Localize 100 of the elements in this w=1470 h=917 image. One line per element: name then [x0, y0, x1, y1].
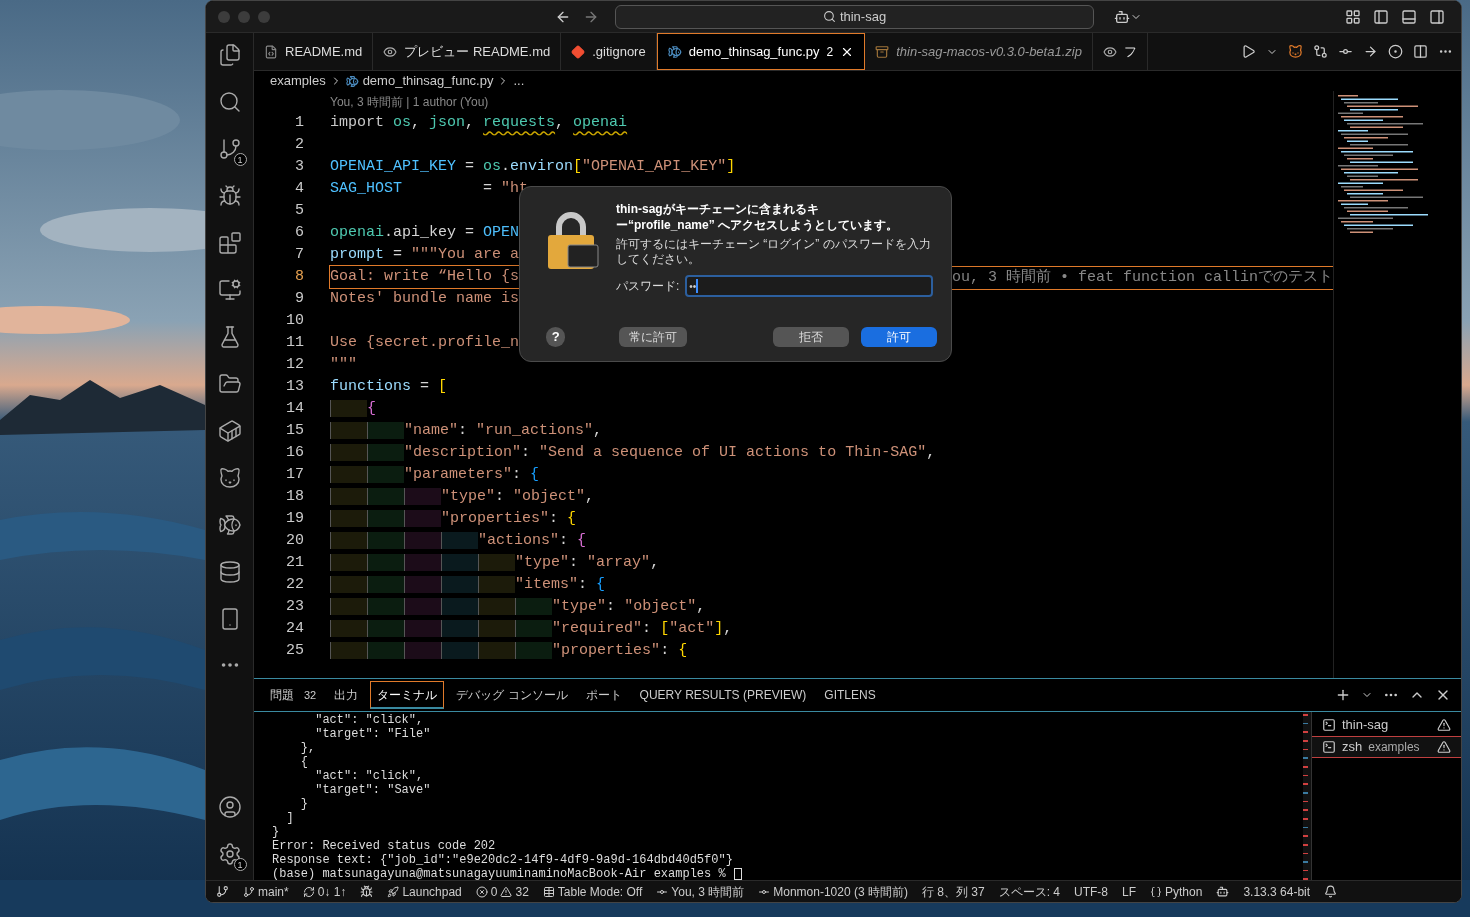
debug-icon[interactable]	[217, 184, 242, 208]
help-button[interactable]: ?	[546, 327, 566, 347]
braces-icon	[1150, 885, 1163, 898]
panel-left-icon[interactable]	[1373, 8, 1389, 25]
panel-bottom-icon[interactable]	[1401, 8, 1417, 25]
language-item[interactable]: Python	[1150, 882, 1203, 901]
copilot-icon[interactable]	[1216, 885, 1230, 898]
tab-label: フ	[1123, 42, 1137, 61]
compare-icon[interactable]	[1313, 44, 1328, 59]
cursor	[733, 868, 742, 880]
editor-tab[interactable]: README.md	[254, 33, 374, 70]
line-number: 9	[294, 289, 304, 309]
settings-icon[interactable]	[217, 842, 242, 866]
dialog-button[interactable]: 常に許可	[619, 327, 687, 347]
panel-tab[interactable]: ポート	[579, 681, 628, 709]
indent-guide	[367, 554, 405, 571]
panel-tab[interactable]: ターミナル	[370, 681, 445, 709]
dialog-title: thin-sagがキーチェーンに含まれるキー“profile_name” へアクセスしようとしています。	[616, 201, 900, 233]
container-icon[interactable]	[217, 419, 242, 443]
breadcrumb-item[interactable]: examples	[270, 71, 326, 91]
source-control-icon[interactable]	[217, 137, 242, 161]
panel-tab[interactable]: 出力	[328, 681, 365, 709]
tab-label: プレビュー README.md	[404, 42, 551, 61]
code-line: {	[330, 398, 377, 420]
terminal-icon	[1322, 740, 1336, 754]
indent-guide	[404, 642, 442, 659]
panel-tab[interactable]: QUERY RESULTS (PREVIEW)	[633, 681, 813, 709]
files-icon[interactable]	[217, 43, 242, 67]
line-number: 20	[285, 531, 304, 551]
error-icon	[475, 885, 488, 898]
panel-tab[interactable]: 問題 32	[264, 681, 323, 709]
password-label: パスワード:	[616, 278, 680, 295]
editor-tab[interactable]: プレビュー README.md	[373, 33, 562, 70]
breadcrumb-item[interactable]: ...	[513, 71, 525, 91]
terminal-icon	[1322, 718, 1336, 732]
indent-guide	[367, 466, 405, 483]
line-number: 14	[285, 399, 304, 419]
new-terminal-icon[interactable]	[1335, 687, 1351, 703]
line-number: 4	[294, 179, 304, 199]
indentation[interactable]: スペース: 4	[998, 882, 1060, 901]
problems-item[interactable]: 0 32	[475, 882, 529, 901]
notification-icon[interactable]	[1324, 885, 1338, 898]
code-line: functions = [	[330, 377, 448, 397]
commit-item[interactable]: Monmon-1020 (3 時間前)	[758, 882, 908, 901]
password-field[interactable]: ••	[685, 275, 934, 297]
branch-item[interactable]: main*	[243, 882, 289, 901]
indent-guide	[330, 554, 367, 571]
terminal-line: }	[299, 797, 308, 811]
encoding[interactable]: UTF-8	[1074, 882, 1108, 901]
search-field[interactable]: thin-sag	[615, 4, 1094, 29]
editor-tab[interactable]: フ	[1092, 33, 1148, 70]
tab-label: thin-sag-macos-v0.3.0-beta1.zip	[896, 42, 1082, 61]
indent-guide	[330, 576, 367, 593]
code-line: "type": "object",	[330, 596, 706, 618]
indent-guide	[441, 576, 479, 593]
editor-tab[interactable]: .gitignore	[561, 33, 657, 70]
launchpad-item[interactable]: Launchpad	[387, 882, 462, 901]
run-icon[interactable]	[1241, 44, 1256, 59]
editor-tab[interactable]: demo_thinsag_func.py 2	[656, 33, 866, 70]
cat-icon[interactable]	[217, 466, 242, 490]
dialog-button[interactable]: 許可	[860, 327, 937, 347]
cursor-position[interactable]: 行 8、列 37	[921, 882, 985, 901]
indent-guide	[367, 510, 405, 527]
extensions-icon[interactable]	[217, 231, 242, 255]
sync-item[interactable]: 0↓ 1↑	[302, 882, 347, 901]
indent-guide	[330, 466, 367, 483]
remote-icon[interactable]	[217, 278, 242, 302]
breadcrumb-item[interactable]: demo_thinsag_func.py	[362, 71, 494, 91]
editor-tab[interactable]: thin-sag-macos-v0.3.0-beta1.zip	[865, 33, 1093, 70]
panel-tab[interactable]: デバッグ コンソール	[450, 681, 574, 709]
panel-right-icon[interactable]	[1429, 8, 1445, 25]
account-icon[interactable]	[217, 795, 242, 819]
indent-guide	[515, 620, 553, 637]
terminal-session[interactable]: zsh examples	[1312, 736, 1461, 758]
indent-guide	[367, 444, 405, 461]
search-icon[interactable]	[217, 90, 242, 114]
indent-guide	[330, 598, 367, 615]
terminal-line: {	[299, 755, 308, 769]
table-mode-item[interactable]: Table Mode: Off	[542, 882, 643, 901]
code-line: Use {secret.profile_n	[330, 333, 520, 353]
code-line: "type": "object",	[330, 486, 595, 508]
folder-icon[interactable]	[217, 372, 242, 396]
panel-tab[interactable]: GITLENS	[818, 681, 882, 709]
copilot-button[interactable]	[1114, 8, 1142, 25]
timeline-icon[interactable]	[1388, 44, 1403, 59]
debug-icon[interactable]	[360, 885, 374, 898]
next-change-icon[interactable]	[1363, 44, 1378, 59]
split-editor-icon[interactable]	[1413, 44, 1428, 59]
indent-guide	[367, 642, 405, 659]
layout-icon[interactable]	[1345, 8, 1361, 25]
cat-icon[interactable]	[1288, 44, 1303, 59]
remote-icon[interactable]	[216, 885, 229, 898]
database-icon[interactable]	[217, 560, 242, 584]
interpreter[interactable]: 3.13.3 64-bit	[1243, 882, 1311, 901]
fish-icon[interactable]	[217, 513, 242, 537]
blame-annotation[interactable]: You, 3 時間前 | 1 author (You)	[330, 95, 489, 109]
blame-item[interactable]: You, 3 時間前	[656, 882, 745, 901]
terminal-session[interactable]: thin-sag	[1312, 714, 1461, 736]
dialog-button[interactable]: 拒否	[772, 327, 849, 347]
line-ending[interactable]: LF	[1122, 882, 1137, 901]
